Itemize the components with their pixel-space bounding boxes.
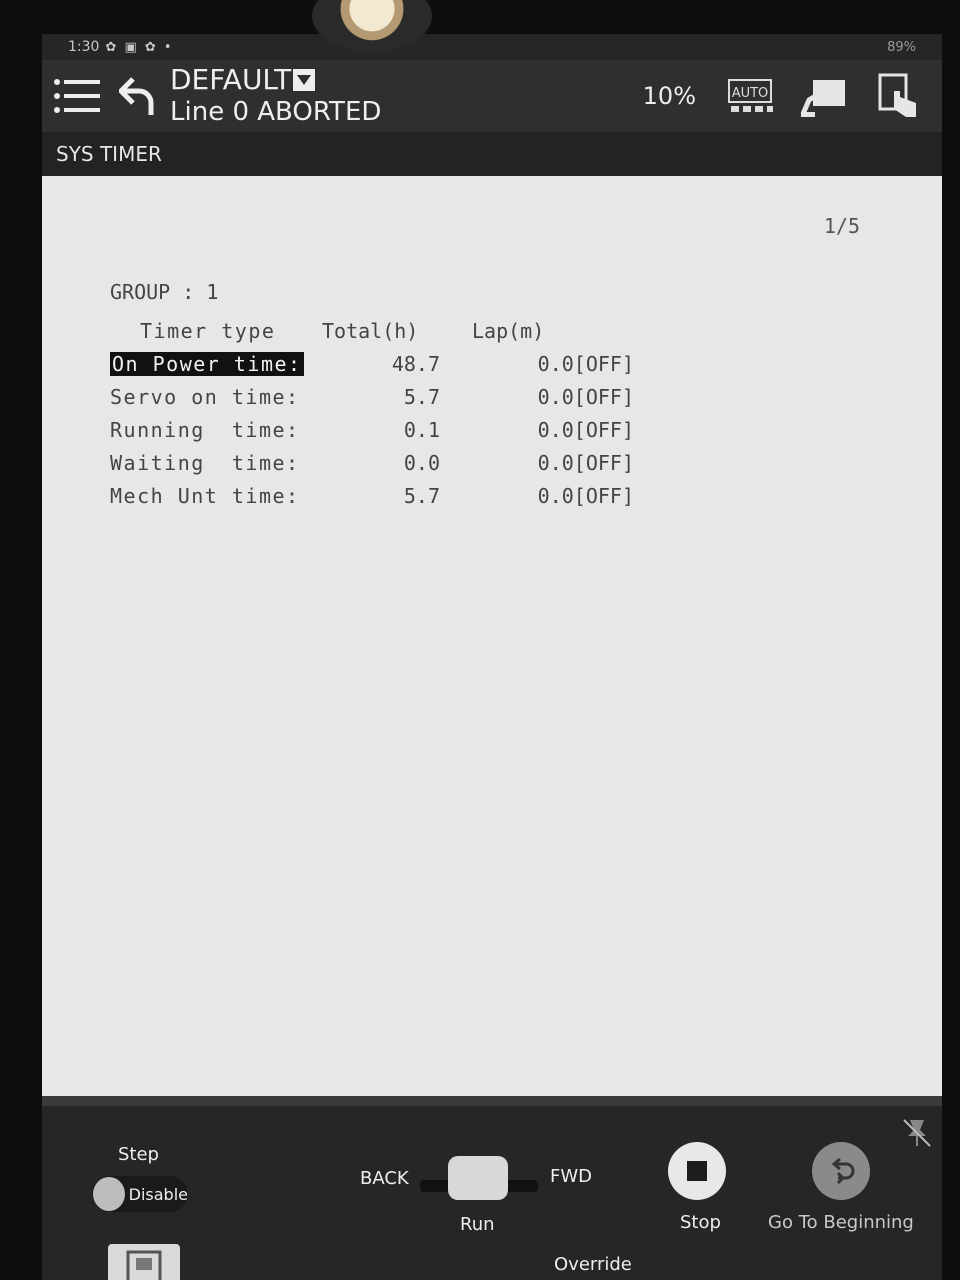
program-title-block[interactable]: DEFAULT Line 0 ABORTED <box>170 64 381 128</box>
stop-icon <box>687 1161 707 1181</box>
touch-hand-icon <box>878 73 916 117</box>
timer-total: 0.0 <box>403 450 440 475</box>
notification-icons: ✿ ▣ ✿ • <box>105 39 174 55</box>
back-arrow-icon <box>119 77 154 115</box>
timer-row-servo-on[interactable]: Servo on time: 5.7 0.0[OFF] <box>110 380 634 413</box>
override-percent[interactable]: 10% <box>643 82 696 110</box>
step-label: Step <box>118 1144 159 1165</box>
timer-type[interactable]: Waiting time: <box>110 451 300 475</box>
sys-timer-screen: 1/5 GROUP : 1 Timer type Total(h) Lap(m)… <box>42 176 942 1096</box>
program-name: DEFAULT <box>170 63 292 96</box>
touch-button[interactable] <box>872 73 924 119</box>
timer-row-mech-unit[interactable]: Mech Unt time: 5.7 0.0[OFF] <box>110 479 634 512</box>
timer-table-header: Timer type Total(h) Lap(m) <box>110 314 634 347</box>
pendant-screen: 1:30 ✿ ▣ ✿ • 89% DEFAULT Line 0 ABORTED … <box>42 34 942 1280</box>
toggle-knob[interactable] <box>93 1177 125 1211</box>
go-to-beginning-label: Go To Beginning <box>768 1212 914 1233</box>
override-label: Override <box>554 1254 632 1275</box>
stop-label: Stop <box>680 1212 721 1233</box>
device-bezel: 1:30 ✿ ▣ ✿ • 89% DEFAULT Line 0 ABORTED … <box>0 0 960 1280</box>
auto-mode-button[interactable]: AUTO <box>724 73 776 119</box>
svg-text:AUTO: AUTO <box>732 86 769 101</box>
header-bar: DEFAULT Line 0 ABORTED 10% AUTO <box>42 60 942 132</box>
run-label: Run <box>460 1214 495 1235</box>
timer-lap: 0.0[OFF] <box>537 483 634 508</box>
timer-type[interactable]: Servo on time: <box>110 385 300 409</box>
robot-display-icon <box>800 80 845 117</box>
column-header-lap: Lap(m) <box>472 318 545 343</box>
pendant-screen-icon <box>126 1250 162 1280</box>
run-direction-slider[interactable] <box>448 1156 508 1200</box>
battery-level: 89% <box>887 39 916 55</box>
timer-total: 0.1 <box>403 417 440 442</box>
disable-label: Disable <box>128 1184 188 1204</box>
program-control-bar: Step Disable BACK FWD Run Stop Go To Beg… <box>42 1096 942 1280</box>
column-header-total: Total(h) <box>322 318 419 343</box>
line-status: Line 0 ABORTED <box>170 97 382 127</box>
rewind-icon <box>831 1157 855 1185</box>
back-label: BACK <box>360 1168 409 1189</box>
column-header-type: Timer type <box>140 318 276 343</box>
timer-type[interactable]: Running time: <box>110 418 300 442</box>
step-disable-toggle[interactable]: Disable <box>92 1176 188 1212</box>
timer-type[interactable]: On Power time: <box>110 351 304 376</box>
timer-type[interactable]: Mech Unt time: <box>110 484 300 508</box>
menu-icon <box>54 79 100 113</box>
unpin-icon[interactable] <box>900 1116 934 1150</box>
timer-total: 48.7 <box>391 351 440 376</box>
teach-pendant-icon[interactable] <box>108 1244 180 1280</box>
go-to-beginning-button[interactable] <box>812 1142 870 1200</box>
timer-lap: 0.0[OFF] <box>537 417 634 442</box>
timer-lap: 0.0[OFF] <box>537 351 634 376</box>
auto-mode-icon: AUTO <box>728 79 773 112</box>
menu-title: SYS TIMER <box>56 142 162 166</box>
timer-row-running[interactable]: Running time: 0.1 0.0[OFF] <box>110 413 634 446</box>
timer-lap: 0.0[OFF] <box>537 450 634 475</box>
timer-total: 5.7 <box>403 384 440 409</box>
fwd-label: FWD <box>550 1166 593 1187</box>
timer-lap: 0.0[OFF] <box>537 384 634 409</box>
robot-display-button[interactable] <box>798 73 850 119</box>
menu-title-bar: SYS TIMER <box>42 132 942 176</box>
back-button[interactable] <box>112 60 162 132</box>
stop-button[interactable] <box>668 1142 726 1200</box>
menu-button[interactable] <box>42 60 112 132</box>
group-label: GROUP : 1 <box>110 280 219 304</box>
dropdown-icon[interactable] <box>293 69 316 91</box>
status-time: 1:30 <box>68 39 100 55</box>
timer-row-waiting[interactable]: Waiting time: 0.0 0.0[OFF] <box>110 446 634 479</box>
status-bar: 1:30 ✿ ▣ ✿ • 89% <box>42 34 942 60</box>
timer-total: 5.7 <box>403 483 440 508</box>
timer-table: Timer type Total(h) Lap(m) On Power time… <box>110 314 634 512</box>
page-indicator: 1/5 <box>823 214 860 238</box>
timer-row-on-power[interactable]: On Power time: 48.7 0.0[OFF] <box>110 347 634 380</box>
